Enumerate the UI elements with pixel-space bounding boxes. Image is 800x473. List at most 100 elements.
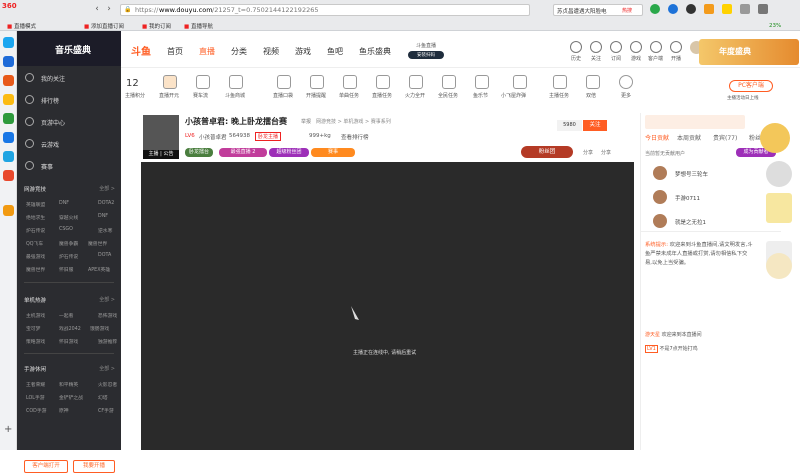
bookmark[interactable]: ■ 直播模式: [7, 22, 36, 30]
category-link[interactable]: 魔兽世界: [88, 240, 107, 247]
client-icon[interactable]: [650, 41, 662, 53]
category-link[interactable]: DOTA2: [98, 201, 114, 206]
category-link[interactable]: 穿越火线: [59, 214, 78, 221]
rank-link[interactable]: 查看排行榜: [341, 133, 369, 141]
follow-icon[interactable]: [590, 41, 602, 53]
nav-games[interactable]: 游戏: [295, 46, 311, 57]
follow-button[interactable]: 关注: [583, 120, 607, 131]
pocket-icon[interactable]: [277, 75, 291, 89]
mission-icon[interactable]: [442, 75, 456, 89]
extension-icon[interactable]: [668, 4, 678, 14]
url-bar[interactable]: 🔒 https:// www.douyu.com /21257_t=0.7502…: [120, 4, 530, 16]
list-item[interactable]: 手游0711: [653, 190, 773, 206]
category-link[interactable]: 主机游戏: [26, 312, 45, 319]
category-link[interactable]: 英雄联盟: [26, 201, 45, 208]
anchor-task-icon[interactable]: [553, 75, 567, 89]
report-link[interactable]: 举报: [301, 118, 311, 125]
anchor-avatar[interactable]: 主播 | 公告: [143, 115, 179, 159]
category-link[interactable]: DNF: [98, 214, 108, 219]
festival-icon[interactable]: [475, 75, 489, 89]
gift-float[interactable]: [766, 193, 792, 223]
bookmark[interactable]: ■ 直播导航: [184, 22, 213, 30]
app-download[interactable]: 斗鱼直播 安装扫码: [408, 42, 444, 60]
browser-search[interactable]: 苏贞昌遭遇大阳脸电 热搜: [553, 4, 643, 16]
history-icon[interactable]: [570, 41, 582, 53]
app-icon[interactable]: [3, 170, 14, 181]
tab-week[interactable]: 本周贡献: [677, 133, 701, 142]
breadcrumb[interactable]: 网游竞技 > 单机游戏 > 赛事系列: [316, 118, 391, 125]
category-link[interactable]: 王者荣耀: [26, 381, 45, 388]
fire-icon[interactable]: [409, 75, 423, 89]
video-player[interactable]: 主播正在连线中, 请稍后重试: [141, 162, 634, 450]
festival-banner[interactable]: 年度盛典: [699, 39, 799, 65]
category-link[interactable]: QQ飞车: [26, 240, 43, 247]
bookmark[interactable]: ■ 我的订阅: [142, 22, 171, 30]
tab-today[interactable]: 今日贡献: [645, 133, 669, 142]
category-link[interactable]: 独游推荐: [98, 338, 117, 345]
tab-vip[interactable]: 贵宾(77): [713, 133, 737, 142]
category-link[interactable]: 炉石传说: [26, 227, 45, 234]
sidebar-item-esports[interactable]: 赛事: [17, 157, 121, 175]
category-link[interactable]: 逆水寒: [98, 227, 112, 234]
coin-float[interactable]: [766, 253, 792, 279]
category-link[interactable]: DOTA: [98, 253, 111, 258]
category-link[interactable]: 幻塔: [98, 394, 108, 401]
tag[interactable]: 卧龙擂台: [185, 148, 213, 157]
menu-icon[interactable]: [758, 4, 768, 14]
app-icon[interactable]: [3, 75, 14, 86]
tag[interactable]: 赛事: [311, 148, 355, 157]
site-logo[interactable]: 斗鱼: [121, 31, 159, 68]
game-icon[interactable]: [630, 41, 642, 53]
subscribe-icon[interactable]: [610, 41, 622, 53]
forward-icon[interactable]: ›: [104, 4, 114, 14]
app-icon[interactable]: [3, 132, 14, 143]
sidebar-banner[interactable]: 音乐盛典: [17, 31, 121, 66]
sidebar-item-games[interactable]: 页游中心: [17, 113, 121, 131]
category-link[interactable]: 策略游戏: [26, 338, 45, 345]
ad-icon[interactable]: [376, 75, 390, 89]
sidebar-item-cloud[interactable]: 云游戏: [17, 135, 121, 153]
category-link[interactable]: 魔兽世界: [26, 266, 45, 273]
stream-icon[interactable]: [670, 41, 682, 53]
back-icon[interactable]: ‹: [92, 4, 102, 14]
sidebar-item-follow[interactable]: 我的关注: [17, 69, 121, 87]
bookmark[interactable]: ■ 添加直播订阅: [84, 22, 124, 30]
cart-icon[interactable]: [229, 75, 243, 89]
extension-icon[interactable]: [722, 4, 732, 14]
shield-icon[interactable]: [650, 4, 660, 14]
nav-live[interactable]: 直播: [199, 46, 215, 57]
category-link[interactable]: COD手游: [26, 407, 46, 414]
nav-fishbar[interactable]: 鱼吧: [327, 46, 343, 57]
task-icon[interactable]: [343, 75, 357, 89]
more-icon[interactable]: [619, 75, 633, 89]
nav-home[interactable]: 首页: [167, 46, 183, 57]
category-link[interactable]: 绝地求生: [26, 214, 45, 221]
app-icon[interactable]: [3, 94, 14, 105]
category-link[interactable]: 怀旧游戏: [59, 338, 78, 345]
category-link[interactable]: 和平精英: [59, 381, 78, 388]
waveform-icon[interactable]: [196, 75, 210, 89]
extension-icon[interactable]: [704, 4, 714, 14]
share-extra[interactable]: 分享: [601, 149, 611, 156]
category-link[interactable]: 宝可梦: [26, 325, 40, 332]
festival-float[interactable]: [760, 123, 790, 153]
client-open-button[interactable]: 客户端打开: [24, 460, 68, 473]
category-link[interactable]: CF手游: [98, 407, 114, 414]
extension-icon[interactable]: [740, 4, 750, 14]
app-icon[interactable]: [3, 37, 14, 48]
category-link[interactable]: CSGO: [59, 227, 73, 232]
category-link[interactable]: 金铲铲之战: [59, 394, 83, 401]
sidebar-item-rank[interactable]: 排行榜: [17, 91, 121, 109]
category-link[interactable]: LOL手游: [26, 394, 45, 401]
bell-icon[interactable]: [310, 75, 324, 89]
category-link[interactable]: 怀旧服: [59, 266, 73, 273]
list-item[interactable]: 梦想号三轮车: [653, 166, 773, 182]
category-link[interactable]: 戏战2042: [59, 325, 81, 332]
double-icon[interactable]: [586, 75, 600, 89]
category-link[interactable]: 火影忍者: [98, 381, 117, 388]
tag[interactable]: 最强直播 2: [219, 148, 267, 157]
section-all-link[interactable]: 全部 >: [99, 185, 115, 192]
category-link[interactable]: APEX英雄: [88, 266, 110, 273]
category-link[interactable]: 最强游戏: [26, 253, 45, 260]
nav-festival[interactable]: 鱼乐盛典: [359, 46, 391, 57]
